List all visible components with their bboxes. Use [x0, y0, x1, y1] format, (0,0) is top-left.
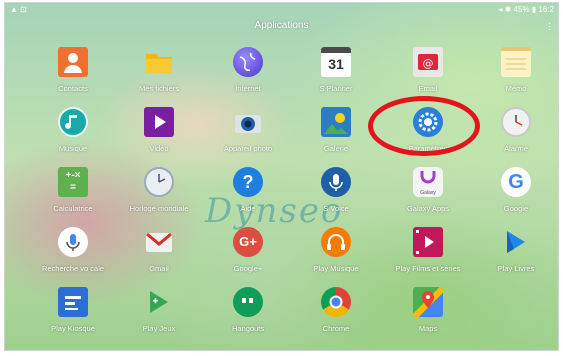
google-plus-text: G+ — [239, 234, 257, 249]
folder-icon — [144, 47, 174, 77]
app-hangouts[interactable]: Hangouts — [203, 287, 293, 333]
film-icon — [413, 227, 443, 257]
voice-search-icon — [58, 227, 88, 257]
app-internet[interactable]: Internet — [203, 47, 293, 93]
app-play-livres[interactable]: Play Livres — [471, 227, 558, 273]
tablet-screen: ▲ ⊡ ◂ ✱ 45% ▮ 16:2 Applications · · · Dyns… — [4, 2, 559, 351]
more-options-icon[interactable]: · · · — [548, 19, 551, 35]
book-play-icon — [501, 227, 531, 257]
hangouts-icon — [233, 287, 263, 317]
app-horloge-mondiale[interactable]: Horloge mondiale — [114, 167, 204, 213]
globe-icon — [233, 47, 263, 77]
app-google[interactable]: G Google — [471, 167, 558, 213]
app-label: Aide — [240, 204, 256, 213]
app-recherche-vocale[interactable]: Recherche vo cale — [28, 227, 118, 273]
app-chrome[interactable]: Chrome — [291, 287, 381, 333]
app-galerie[interactable]: Galerie — [291, 107, 381, 153]
galaxy-apps-icon: Galaxy — [413, 167, 443, 197]
app-aide[interactable]: ? Aide — [203, 167, 293, 213]
newsstand-icon — [58, 287, 88, 317]
app-video[interactable]: Vidéo — [114, 107, 204, 153]
app-label: Maps — [418, 324, 438, 333]
app-play-films[interactable]: Play Films et séries — [383, 227, 473, 273]
app-label: Hangouts — [231, 324, 265, 333]
calendar-icon: 31 — [321, 47, 351, 77]
app-label: Gmail — [149, 264, 169, 273]
app-label: Calculatrice — [53, 204, 93, 213]
page-title: Applications — [254, 20, 309, 31]
alarm-clock-icon — [501, 107, 531, 137]
app-label: Play Kiosque — [51, 324, 95, 333]
app-play-kiosque[interactable]: Play Kiosque — [28, 287, 118, 333]
app-label: Vidéo — [149, 144, 169, 153]
email-icon: @ — [413, 47, 443, 77]
app-mes-fichiers[interactable]: Mes fichiers — [114, 47, 204, 93]
app-play-jeux[interactable]: Play Jeux — [114, 287, 204, 333]
app-appareil-photo[interactable]: Appareil photo — [203, 107, 293, 153]
world-clock-icon — [144, 167, 174, 197]
app-label: S Voice — [323, 204, 349, 213]
memo-icon — [501, 47, 531, 77]
status-bar: ▲ ⊡ ◂ ✱ 45% ▮ 16:2 — [5, 3, 558, 16]
app-musique[interactable]: Musique — [28, 107, 118, 153]
app-splanner[interactable]: 31 S Planner — [291, 47, 381, 93]
chrome-icon — [321, 287, 351, 317]
app-label: Google — [503, 204, 529, 213]
app-label: S Planner — [319, 84, 353, 93]
camera-icon — [233, 107, 263, 137]
map-pin-icon — [413, 287, 443, 317]
gmail-icon — [144, 227, 174, 257]
microphone-icon — [321, 167, 351, 197]
app-maps[interactable]: Maps — [383, 287, 473, 333]
status-right-info: ◂ ✱ 45% ▮ 16:2 — [498, 5, 554, 14]
app-label: Internet — [235, 84, 261, 93]
app-gmail[interactable]: Gmail — [114, 227, 204, 273]
app-label: Play Musique — [313, 264, 359, 273]
headphones-icon — [321, 227, 351, 257]
svg-text:@: @ — [423, 57, 434, 70]
app-label: Play Jeux — [142, 324, 176, 333]
calendar-day: 31 — [328, 56, 344, 72]
app-calculatrice[interactable]: +-×= Calculatrice — [28, 167, 118, 213]
app-memo[interactable]: Mémo — [471, 47, 558, 93]
app-alarme[interactable]: Alarme — [471, 107, 558, 153]
app-label: Horloge mondiale — [129, 204, 189, 213]
gamepad-icon — [144, 287, 174, 317]
status-left-icons: ▲ ⊡ — [10, 5, 27, 14]
app-label: Musique — [58, 144, 88, 153]
app-label: Mes fichiers — [138, 84, 179, 93]
app-label: Appareil photo — [223, 144, 273, 153]
calculator-symbols: +-×= — [65, 170, 81, 193]
help-question-mark: ? — [242, 172, 254, 192]
app-play-musique[interactable]: Play Musique — [291, 227, 381, 273]
app-label: Play Livres — [497, 264, 535, 273]
app-email[interactable]: @ Email — [383, 47, 473, 93]
app-label: Chrome — [322, 324, 350, 333]
google-plus-icon: G+ — [233, 227, 263, 257]
app-label: Galaxy Apps — [406, 204, 450, 213]
help-icon: ? — [233, 167, 263, 197]
music-note-icon — [58, 107, 88, 137]
app-contacts[interactable]: Contacts — [28, 47, 118, 93]
app-label: Email — [418, 84, 438, 93]
app-google-plus[interactable]: G+ Google+ — [203, 227, 293, 273]
app-s-voice[interactable]: S Voice — [291, 167, 381, 213]
app-label: Contacts — [58, 84, 88, 93]
app-label: Google+ — [233, 264, 263, 273]
play-icon — [144, 107, 174, 137]
app-galaxy-apps[interactable]: Galaxy Galaxy Apps — [383, 167, 473, 213]
galaxy-text: Galaxy — [420, 190, 436, 196]
app-label: Recherche vo cale — [41, 264, 105, 273]
google-g-icon: G — [501, 167, 531, 197]
contacts-icon — [58, 47, 88, 77]
highlight-circle — [368, 96, 480, 156]
app-label: Play Films et séries — [395, 264, 461, 273]
gallery-icon — [321, 107, 351, 137]
google-g-letter: G — [508, 171, 524, 193]
calculator-icon: +-×= — [58, 167, 88, 197]
app-label: Mémo — [505, 84, 527, 93]
app-label: Alarme — [504, 144, 528, 153]
page-indicator — [269, 343, 317, 350]
app-label: Galerie — [323, 144, 349, 153]
